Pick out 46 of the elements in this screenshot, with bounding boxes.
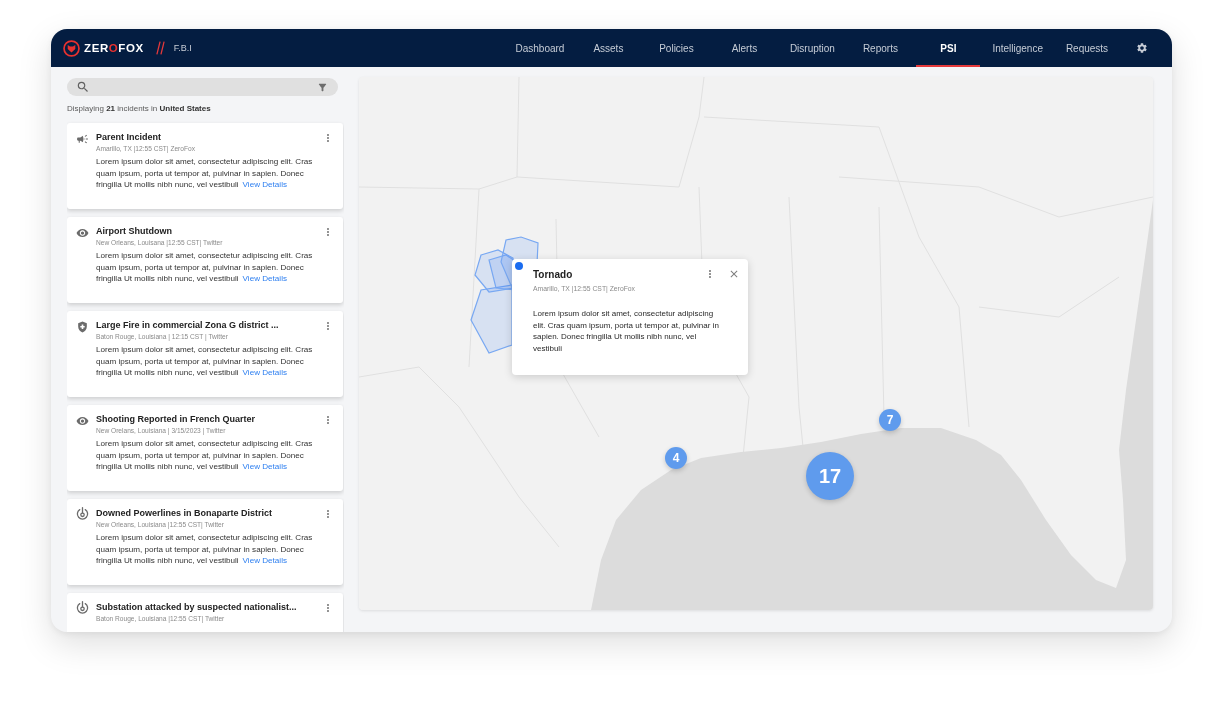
search-field[interactable] xyxy=(67,78,338,96)
nav-tab[interactable]: Disruption xyxy=(780,29,845,67)
nav-tab[interactable]: PSI xyxy=(916,29,981,67)
nav-tab[interactable]: Policies xyxy=(644,29,709,67)
incident-card[interactable] xyxy=(67,499,343,585)
incident-description: Lorem ipsum dolor sit amet, consectetur adipiscing elit. Cras quam ipsum, porta ut tempor at, pulvinar in sapien. Donec fringilla Ut mollis nibh nunc, vel vestibuli View Details xyxy=(96,344,314,380)
incident-title: Downed Powerlines in Bonaparte District xyxy=(96,507,274,520)
view-details-link[interactable]: View Details xyxy=(242,180,287,190)
incident-title: Parent Incident xyxy=(96,131,162,144)
popup-description: Lorem ipsum dolor sit amet, consectetur adipiscing elit. Cras quam ipsum, porta ut tempor at, pulvinar in sapien. Donec fringilla Ut mollis nibh nunc, vel vestibuli xyxy=(533,308,720,355)
incident-title: Shooting Reported in French Quarter xyxy=(96,413,256,426)
incident-description: Lorem ipsum dolor sit amet, consectetur adipiscing elit. Cras quam ipsum, porta ut tempor at, pulvinar in sapien. Donec fringilla Ut mollis nibh nunc, vel vestibuli View Details xyxy=(96,438,314,474)
nav-tab[interactable]: Requests xyxy=(1055,29,1119,67)
incident-title: Substation attacked by suspected nationalist... xyxy=(96,601,298,614)
incident-description: Lorem ipsum dolor sit amet, consectetur adipiscing elit. Cras quam ipsum, porta ut tempor at, pulvinar in sapien. Donec fringilla Ut mollis nibh nunc, vel vestibuli View Details xyxy=(96,250,314,286)
fox-logo-icon xyxy=(63,39,80,57)
power-icon xyxy=(76,507,89,520)
nav-tab[interactable]: Reports xyxy=(848,29,913,67)
incident-card[interactable] xyxy=(67,123,343,209)
nav-tab[interactable]: Assets xyxy=(576,29,641,67)
double-slash-icon xyxy=(155,41,165,55)
incident-description: Lorem ipsum dolor sit amet, consectetur adipiscing elit. Cras quam ipsum, porta ut tempor at, pulvinar in sapien. Donec fringilla Ut mollis nibh nunc, vel vestibuli View Details xyxy=(96,532,314,568)
search-icon xyxy=(76,80,90,94)
organization-name: F.B.I xyxy=(173,43,192,53)
incident-title: Large Fire in commercial Zona G district ... xyxy=(96,319,280,332)
view-details-link[interactable]: View Details xyxy=(242,274,287,284)
close-icon[interactable] xyxy=(728,268,740,280)
nav-tab[interactable]: Dashboard xyxy=(507,29,573,67)
incident-card[interactable] xyxy=(67,405,343,491)
incident-card[interactable] xyxy=(67,311,343,397)
view-details-link[interactable]: View Details xyxy=(242,462,287,472)
shield-plus-icon xyxy=(76,319,89,335)
nav-tab[interactable]: Alerts xyxy=(712,29,777,67)
view-details-link[interactable]: View Details xyxy=(242,368,287,378)
results-summary: Displaying 21 incidents in United States xyxy=(67,103,212,114)
power-icon xyxy=(76,601,89,614)
popup-title: Tornado xyxy=(533,268,574,280)
incident-title: Airport Shutdown xyxy=(96,225,173,238)
filter-icon[interactable] xyxy=(317,81,328,93)
view-details-link[interactable]: View Details xyxy=(242,556,287,566)
incident-card[interactable] xyxy=(67,217,343,303)
location-dot-icon xyxy=(515,262,523,270)
nav-tab[interactable]: Intelligence xyxy=(984,29,1051,67)
incident-description: Lorem ipsum dolor sit amet, consectetur adipiscing elit. Cras quam ipsum, porta ut tempor at, pulvinar in sapien. Donec fringilla Ut mollis nibh nunc, vel vestibuli View Details xyxy=(96,156,314,192)
settings-icon[interactable] xyxy=(1136,42,1148,54)
logo-text: ZEROFOX xyxy=(84,42,144,54)
